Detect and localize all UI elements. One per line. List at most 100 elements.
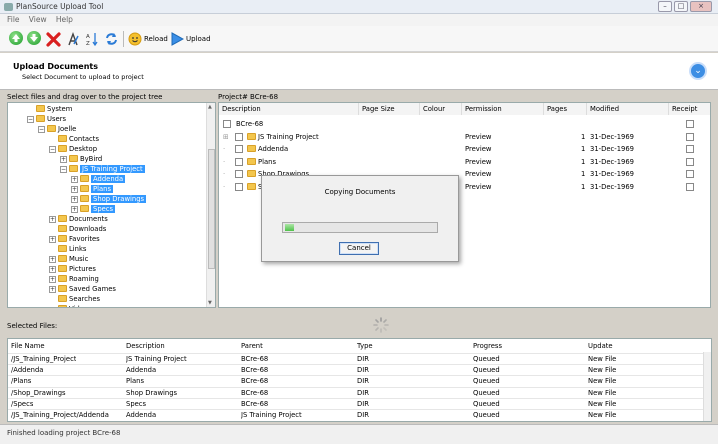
project-row[interactable]: ⊞ JS Training Project Preview 1 31-Dec-1969	[219, 131, 710, 143]
reload-button[interactable]: Reload	[128, 31, 168, 47]
receipt-checkbox[interactable]	[686, 120, 694, 128]
row-checkbox[interactable]	[235, 170, 243, 178]
row-checkbox[interactable]	[235, 145, 243, 153]
tree-node[interactable]: Contacts	[49, 134, 99, 144]
row-checkbox[interactable]	[235, 132, 243, 141]
selected-file-row[interactable]: /Specs Specs BCre-68 DIR Queued New File	[8, 397, 705, 409]
col-type[interactable]: Type	[357, 341, 373, 352]
selected-file-row[interactable]: /Shop_Drawings Shop Drawings BCre-68 DIR Que…	[8, 386, 705, 398]
expand-icon[interactable]: +	[71, 206, 78, 213]
collapse-icon[interactable]: −	[49, 146, 56, 153]
expand-icon[interactable]: +	[71, 176, 78, 183]
col-modified[interactable]: Modified	[587, 103, 669, 115]
tree-node[interactable]: Links	[49, 244, 86, 254]
tree-node[interactable]: + ByBird	[60, 154, 102, 164]
receipt-checkbox[interactable]	[686, 157, 694, 166]
menu-view[interactable]: View	[29, 14, 47, 26]
project-row[interactable]: · Plans Preview 1 31-Dec-1969	[219, 156, 710, 168]
receipt-checkbox[interactable]	[686, 145, 694, 153]
scroll-up-icon[interactable]: ▲	[208, 104, 212, 110]
tree-node-label: Documents	[69, 215, 108, 223]
tree-node[interactable]: + Specs	[71, 204, 116, 214]
selected-file-row[interactable]: /JS_Training_Project JS Training Project B…	[8, 353, 705, 364]
delete-button[interactable]	[46, 31, 61, 47]
selected-file-row[interactable]: /Addenda Addenda BCre-68 DIR Queued New File	[8, 364, 705, 375]
tree-node[interactable]: − Desktop	[49, 144, 97, 154]
collapse-icon[interactable]: −	[27, 116, 34, 123]
refresh-button[interactable]	[104, 31, 119, 47]
tree-node[interactable]: Searches	[49, 294, 100, 304]
col-receipt[interactable]: Receipt	[669, 103, 710, 115]
tree-node[interactable]: + Shop Drawings	[71, 194, 147, 204]
tree-node[interactable]: − Users	[27, 114, 66, 124]
col-description[interactable]: Description	[219, 103, 359, 115]
row-checkbox[interactable]	[223, 120, 231, 128]
col-update[interactable]: Update	[588, 341, 613, 352]
menu-file[interactable]: File	[7, 14, 20, 26]
tree-node[interactable]: + Pictures	[49, 264, 96, 274]
project-row[interactable]: BCre-68	[219, 118, 710, 130]
expand-icon[interactable]: +	[71, 196, 78, 203]
col-description-sf[interactable]: Description	[126, 341, 165, 352]
tree-node[interactable]: + Saved Games	[49, 284, 116, 294]
row-checkbox[interactable]	[235, 182, 243, 191]
expand-icon[interactable]: +	[60, 156, 67, 163]
expand-icon[interactable]: +	[49, 276, 56, 283]
left-tree-scrollbar[interactable]: ▲ ▼	[206, 103, 215, 307]
tree-node[interactable]: + Documents	[49, 214, 108, 224]
col-pages[interactable]: Pages	[544, 103, 587, 115]
expand-icon[interactable]: +	[49, 266, 56, 273]
maximize-button[interactable]: □	[674, 1, 688, 12]
tree-node-label: System	[47, 105, 73, 113]
tree-node[interactable]: Videos	[49, 304, 92, 307]
selected-file-row[interactable]: /Plans Plans BCre-68 DIR Queued New File	[8, 375, 705, 386]
upload-play-icon	[171, 32, 184, 46]
expand-icon[interactable]: +	[71, 186, 78, 193]
tree-node[interactable]: Downloads	[49, 224, 106, 234]
folder-icon	[58, 145, 67, 152]
tree-node[interactable]: − JS Training Project	[60, 164, 145, 174]
tree-node[interactable]: System	[27, 104, 72, 114]
col-progress[interactable]: Progress	[473, 341, 502, 352]
move-up-button[interactable]	[9, 31, 23, 45]
collapse-icon[interactable]: −	[38, 126, 45, 133]
tree-node[interactable]: + Roaming	[49, 274, 99, 284]
col-permission[interactable]: Permission	[462, 103, 544, 115]
upload-button[interactable]: Upload	[170, 31, 211, 47]
tree-node[interactable]: + Favorites	[49, 234, 100, 244]
selected-file-row[interactable]: /JS_Training_Project/Addenda Addenda JS Tr…	[8, 409, 705, 420]
folder-icon	[58, 275, 67, 282]
col-page-size[interactable]: Page Size	[359, 103, 420, 115]
receipt-checkbox[interactable]	[686, 182, 694, 191]
close-window-button[interactable]: ×	[690, 1, 712, 12]
cancel-button[interactable]: Cancel	[339, 242, 379, 255]
tree-node-label: Videos	[69, 305, 92, 307]
expand-icon[interactable]: +	[49, 216, 56, 223]
rename-button[interactable]	[66, 31, 80, 47]
selected-files-table[interactable]: File Name Description Parent Type Progre…	[7, 338, 712, 422]
next-step-button[interactable]: ⌄	[689, 62, 707, 80]
tree-node[interactable]: + Plans	[71, 184, 114, 194]
tree-node[interactable]: − Joelle	[38, 124, 76, 134]
col-colour[interactable]: Colour	[420, 103, 462, 115]
row-checkbox[interactable]	[235, 157, 243, 166]
scroll-thumb[interactable]	[208, 149, 215, 269]
collapse-icon[interactable]: −	[60, 166, 67, 173]
project-row[interactable]: · Addenda Preview 1 31-Dec-1969	[219, 143, 710, 155]
minimize-button[interactable]: –	[658, 1, 672, 12]
receipt-checkbox[interactable]	[686, 170, 694, 178]
file-system-tree[interactable]: System − Users − Joelle Contacts − Desktop + ByBi…	[7, 102, 216, 308]
col-parent[interactable]: Parent	[241, 341, 263, 352]
col-file-name[interactable]: File Name	[11, 341, 45, 352]
move-down-button[interactable]	[27, 31, 41, 45]
tree-node[interactable]: + Music	[49, 254, 88, 264]
expand-icon[interactable]: +	[49, 236, 56, 243]
sort-button[interactable]: AZ	[85, 31, 99, 47]
receipt-checkbox[interactable]	[686, 132, 694, 141]
menu-help[interactable]: Help	[56, 14, 73, 26]
expand-icon[interactable]: +	[49, 256, 56, 263]
tree-node[interactable]: + Addenda	[71, 174, 126, 184]
selected-files-scrollbar[interactable]	[703, 352, 711, 421]
scroll-down-icon[interactable]: ▼	[208, 300, 212, 306]
expand-icon[interactable]: +	[49, 286, 56, 293]
